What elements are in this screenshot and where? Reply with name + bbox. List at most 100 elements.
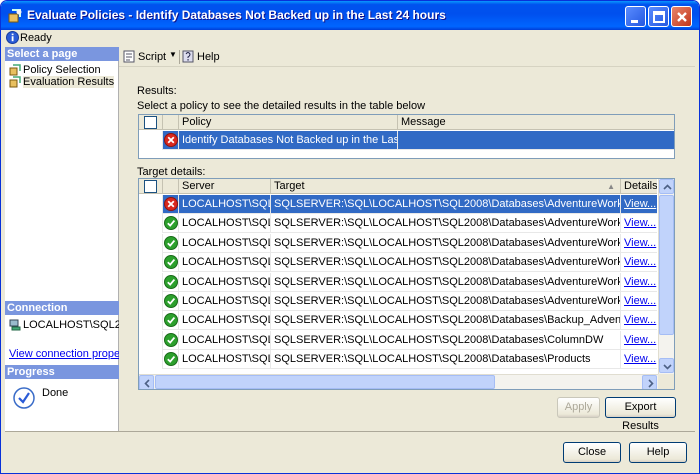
scroll-left-button[interactable] (139, 375, 154, 389)
view-details-link[interactable]: View... (624, 334, 656, 346)
row-checkbox-cell[interactable] (139, 233, 163, 253)
select-all-checkbox[interactable] (144, 116, 157, 129)
apply-button[interactable]: Apply (557, 397, 600, 418)
maximize-button[interactable] (648, 6, 669, 27)
select-page-header: Select a page (5, 47, 119, 61)
evaluate-policies-window: Evaluate Policies - Identify Databases N… (0, 0, 700, 474)
row-checkbox-cell[interactable] (139, 214, 163, 234)
details-column-header[interactable]: Details (621, 179, 657, 194)
horizontal-scroll-thumb[interactable] (155, 375, 495, 389)
fail-icon (164, 197, 178, 211)
target-cell: SQLSERVER:\SQL\LOCALHOST\SQL2008\Databas… (271, 253, 621, 273)
target-details-grid: Server Target ▲ Details LOCALHOST\SQL200… (138, 178, 675, 390)
target-row[interactable]: LOCALHOST\SQL2008SQLSERVER:\SQL\LOCALHOS… (139, 292, 657, 311)
view-details-link[interactable]: View... (624, 295, 656, 307)
target-row[interactable]: LOCALHOST\SQL2008SQLSERVER:\SQL\LOCALHOS… (139, 311, 657, 331)
title-bar[interactable]: Evaluate Policies - Identify Databases N… (1, 1, 699, 30)
row-checkbox-cell[interactable] (139, 253, 163, 273)
message-cell (398, 131, 674, 150)
policy-cell: Identify Databases Not Backed up in the … (179, 131, 398, 150)
server-cell: LOCALHOST\SQL2008 (179, 214, 271, 234)
server-cell: LOCALHOST\SQL2008 (179, 311, 271, 331)
row-checkbox-cell[interactable] (139, 195, 163, 214)
row-checkbox-cell[interactable] (139, 330, 163, 350)
policy-column-header[interactable]: Policy (179, 115, 398, 130)
status-cell (163, 292, 179, 311)
view-details-link[interactable]: View... (624, 198, 656, 210)
target-row[interactable]: LOCALHOST\SQL2008SQLSERVER:\SQL\LOCALHOS… (139, 233, 657, 253)
select-all-checkbox[interactable] (144, 180, 157, 193)
pass-icon (164, 294, 178, 308)
fail-icon (164, 133, 178, 147)
pass-icon (164, 352, 178, 367)
server-cell: LOCALHOST\SQL2008 (179, 350, 271, 370)
target-cell: SQLSERVER:\SQL\LOCALHOST\SQL2008\Databas… (271, 272, 621, 292)
view-details-link[interactable]: View... (624, 256, 656, 268)
target-cell: SQLSERVER:\SQL\LOCALHOST\SQL2008\Databas… (271, 214, 621, 234)
target-row[interactable]: LOCALHOST\SQL2008SQLSERVER:\SQL\LOCALHOS… (139, 330, 657, 350)
page-icon (9, 64, 21, 76)
status-cell (163, 272, 179, 292)
message-column-header[interactable]: Message (398, 115, 674, 130)
chevron-down-icon[interactable]: ▼ (169, 50, 177, 59)
target-details-header: Server Target ▲ Details (139, 179, 657, 194)
scrollbar-corner (658, 374, 674, 389)
scroll-right-button[interactable] (642, 375, 657, 389)
select-all-cell[interactable] (139, 179, 163, 194)
view-details-link[interactable]: View... (624, 217, 656, 229)
target-column-header[interactable]: Target ▲ (271, 179, 621, 194)
done-check-icon (13, 387, 35, 409)
row-checkbox-cell[interactable] (139, 311, 163, 331)
target-column-label: Target (274, 180, 305, 192)
target-row[interactable]: LOCALHOST\SQL2008SQLSERVER:\SQL\LOCALHOS… (139, 195, 657, 214)
target-cell: SQLSERVER:\SQL\LOCALHOST\SQL2008\Databas… (271, 195, 621, 214)
details-cell: View... (621, 292, 657, 311)
view-details-link[interactable]: View... (624, 314, 656, 326)
view-details-link[interactable]: View... (624, 237, 656, 249)
help-toolbar-button[interactable]: Help (182, 49, 222, 65)
left-panel: Select a page Policy Selection Evaluatio… (5, 47, 141, 431)
row-checkbox-cell[interactable] (139, 350, 163, 370)
policy-icon (8, 9, 22, 23)
target-row[interactable]: LOCALHOST\SQL2008SQLSERVER:\SQL\LOCALHOS… (139, 272, 657, 292)
server-cell: LOCALHOST\SQL2008 (179, 272, 271, 292)
help-label: Help (197, 51, 220, 63)
target-details-label: Target details: (137, 166, 206, 178)
details-cell: View... (621, 214, 657, 233)
view-details-link[interactable]: View... (624, 276, 656, 288)
script-label: Script (138, 51, 167, 63)
results-row[interactable]: Identify Databases Not Backed up in the … (139, 131, 674, 150)
target-row[interactable]: LOCALHOST\SQL2008SQLSERVER:\SQL\LOCALHOS… (139, 253, 657, 273)
scroll-up-button[interactable] (659, 179, 674, 194)
minimize-button[interactable] (625, 6, 646, 27)
progress-header: Progress (5, 365, 119, 379)
close-window-button[interactable] (671, 6, 692, 27)
details-cell: View... (621, 273, 657, 292)
horizontal-scrollbar[interactable] (139, 374, 658, 389)
target-row[interactable]: LOCALHOST\SQL2008SQLSERVER:\SQL\LOCALHOS… (139, 350, 657, 370)
script-button[interactable]: Script ▼ (123, 49, 177, 65)
status-cell (163, 233, 179, 253)
vertical-scrollbar[interactable] (658, 179, 674, 374)
sort-ascending-icon: ▲ (607, 182, 615, 191)
help-button[interactable]: Help (629, 442, 687, 463)
export-results-button[interactable]: Export Results (605, 397, 676, 432)
server-column-header[interactable]: Server (179, 179, 271, 194)
evaluation-results-page: Results: Select a policy to see the deta… (119, 68, 695, 432)
target-row[interactable]: LOCALHOST\SQL2008SQLSERVER:\SQL\LOCALHOS… (139, 214, 657, 234)
select-all-cell[interactable] (139, 115, 163, 130)
results-label: Results: (137, 85, 177, 97)
results-instruction: Select a policy to see the detailed resu… (137, 100, 426, 112)
scroll-down-button[interactable] (659, 358, 674, 373)
pass-icon (164, 235, 178, 250)
toolbar: Script ▼ Help (119, 47, 695, 67)
vertical-scroll-thumb[interactable] (659, 195, 674, 335)
row-checkbox-cell[interactable] (139, 292, 163, 311)
status-cell (163, 311, 179, 331)
close-button[interactable]: Close (563, 442, 621, 463)
row-checkbox-cell[interactable] (139, 272, 163, 292)
status-cell (163, 253, 179, 273)
target-cell: SQLSERVER:\SQL\LOCALHOST\SQL2008\Databas… (271, 350, 621, 370)
view-details-link[interactable]: View... (624, 353, 656, 365)
row-checkbox-cell[interactable] (139, 131, 163, 150)
